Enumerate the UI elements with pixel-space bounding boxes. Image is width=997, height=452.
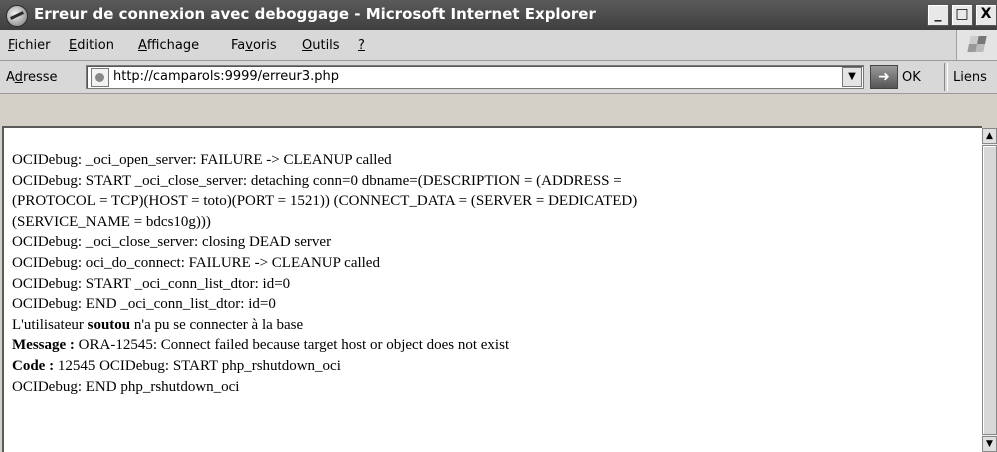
browser-window: Erreur de connexion avec deboggage - Mic… xyxy=(0,0,997,452)
debug-line: OCIDebug: END php_rshutdown_oci xyxy=(12,378,240,395)
menu-affichage-label: ffichage xyxy=(146,38,200,53)
debug-line: OCIDebug: START _oci_conn_list_dtor: id=… xyxy=(12,275,291,292)
user-line-prefix: L'utilisateur xyxy=(12,316,88,333)
address-url[interactable]: http://camparols:9999/erreur3.php xyxy=(113,69,339,84)
window-title: Erreur de connexion avec deboggage - Mic… xyxy=(34,5,596,23)
address-input[interactable]: http://camparols:9999/erreur3.php ▼ xyxy=(86,65,864,89)
user-line: L'utilisateur soutou n'a pu se connecter… xyxy=(12,315,637,336)
message-label: Message : xyxy=(12,337,75,354)
minimize-button[interactable]: _ xyxy=(927,4,949,26)
menu-outils[interactable]: Outils xyxy=(302,38,340,53)
menu-edition-label: dition xyxy=(77,38,114,53)
internet-explorer-icon[interactable] xyxy=(6,5,28,27)
go-button-label[interactable]: OK xyxy=(902,70,921,85)
menu-edition-mnemonic: E xyxy=(69,38,78,53)
code-line: Code : 12545 OCIDebug: START php_rshutdo… xyxy=(12,356,637,377)
menu-favoris-label: oris xyxy=(252,38,277,53)
debug-line: (SERVICE_NAME = bdcs10g))) xyxy=(12,213,211,230)
scrollbar-thumb[interactable] xyxy=(982,145,997,435)
address-label-mnemonic: d xyxy=(14,70,23,85)
code-text: 12545 OCIDebug: START php_rshutdown_oci xyxy=(54,357,341,374)
menu-fichier[interactable]: Fichier xyxy=(8,38,51,53)
debug-line: OCIDebug: _oci_close_server: closing DEA… xyxy=(12,234,332,251)
menu-fichier-label: ichier xyxy=(14,38,51,53)
debug-output: OCIDebug: _oci_open_server: FAILURE -> C… xyxy=(12,150,637,397)
debug-line: OCIDebug: END _oci_conn_list_dtor: id=0 xyxy=(12,296,276,313)
maximize-button[interactable]: □ xyxy=(951,4,973,26)
menu-favoris-prefix: Fa xyxy=(231,38,246,53)
address-label: Adresse xyxy=(6,70,58,85)
scroll-up-icon[interactable]: ▲ xyxy=(982,128,997,144)
menu-outils-label: utils xyxy=(312,38,340,53)
user-name: soutou xyxy=(87,316,131,333)
chevron-down-icon[interactable]: ▼ xyxy=(842,67,862,87)
menu-outils-mnemonic: O xyxy=(302,38,313,53)
page-icon xyxy=(91,68,109,87)
address-label-prefix: A xyxy=(6,70,15,85)
menu-affichage-mnemonic: A xyxy=(138,38,147,53)
menu-bar: Fichier Edition Affichage Favoris Outils… xyxy=(0,30,997,61)
menu-help-mnemonic: ? xyxy=(358,38,365,53)
debug-line: OCIDebug: oci_do_connect: FAILURE -> CLE… xyxy=(12,254,380,271)
page-content: OCIDebug: _oci_open_server: FAILURE -> C… xyxy=(2,126,982,452)
user-line-suffix: n'a pu se connecter à la base xyxy=(130,316,304,333)
menu-favoris[interactable]: Favoris xyxy=(231,38,277,53)
menu-favoris-mnemonic: v xyxy=(245,38,253,53)
menu-affichage[interactable]: Affichage xyxy=(138,38,199,53)
window-controls: _ □ X xyxy=(927,4,997,26)
title-bar[interactable]: Erreur de connexion avec deboggage - Mic… xyxy=(0,0,997,30)
scroll-down-icon[interactable]: ▼ xyxy=(982,436,997,452)
address-bar: Adresse http://camparols:9999/erreur3.ph… xyxy=(0,61,997,94)
close-button[interactable]: X xyxy=(975,4,997,26)
toolbar-separator xyxy=(944,63,948,91)
windows-logo-icon xyxy=(956,30,997,60)
message-text: ORA-12545: Connect failed because target… xyxy=(74,337,510,354)
address-label-rest: resse xyxy=(22,70,58,85)
menu-edition[interactable]: Edition xyxy=(69,38,114,53)
menu-help[interactable]: ? xyxy=(358,38,365,53)
debug-line: OCIDebug: _oci_open_server: FAILURE -> C… xyxy=(12,152,392,168)
message-line: Message : ORA-12545: Connect failed beca… xyxy=(12,335,637,356)
go-arrow-icon[interactable]: ➜ xyxy=(870,65,898,89)
code-label: Code : xyxy=(12,357,55,374)
vertical-scrollbar[interactable]: ▲ ▼ xyxy=(982,128,997,452)
debug-line: (PROTOCOL = TCP)(HOST = toto)(PORT = 152… xyxy=(12,193,638,210)
debug-line: OCIDebug: START _oci_close_server: detac… xyxy=(12,172,622,189)
links-button[interactable]: Liens xyxy=(953,70,987,85)
